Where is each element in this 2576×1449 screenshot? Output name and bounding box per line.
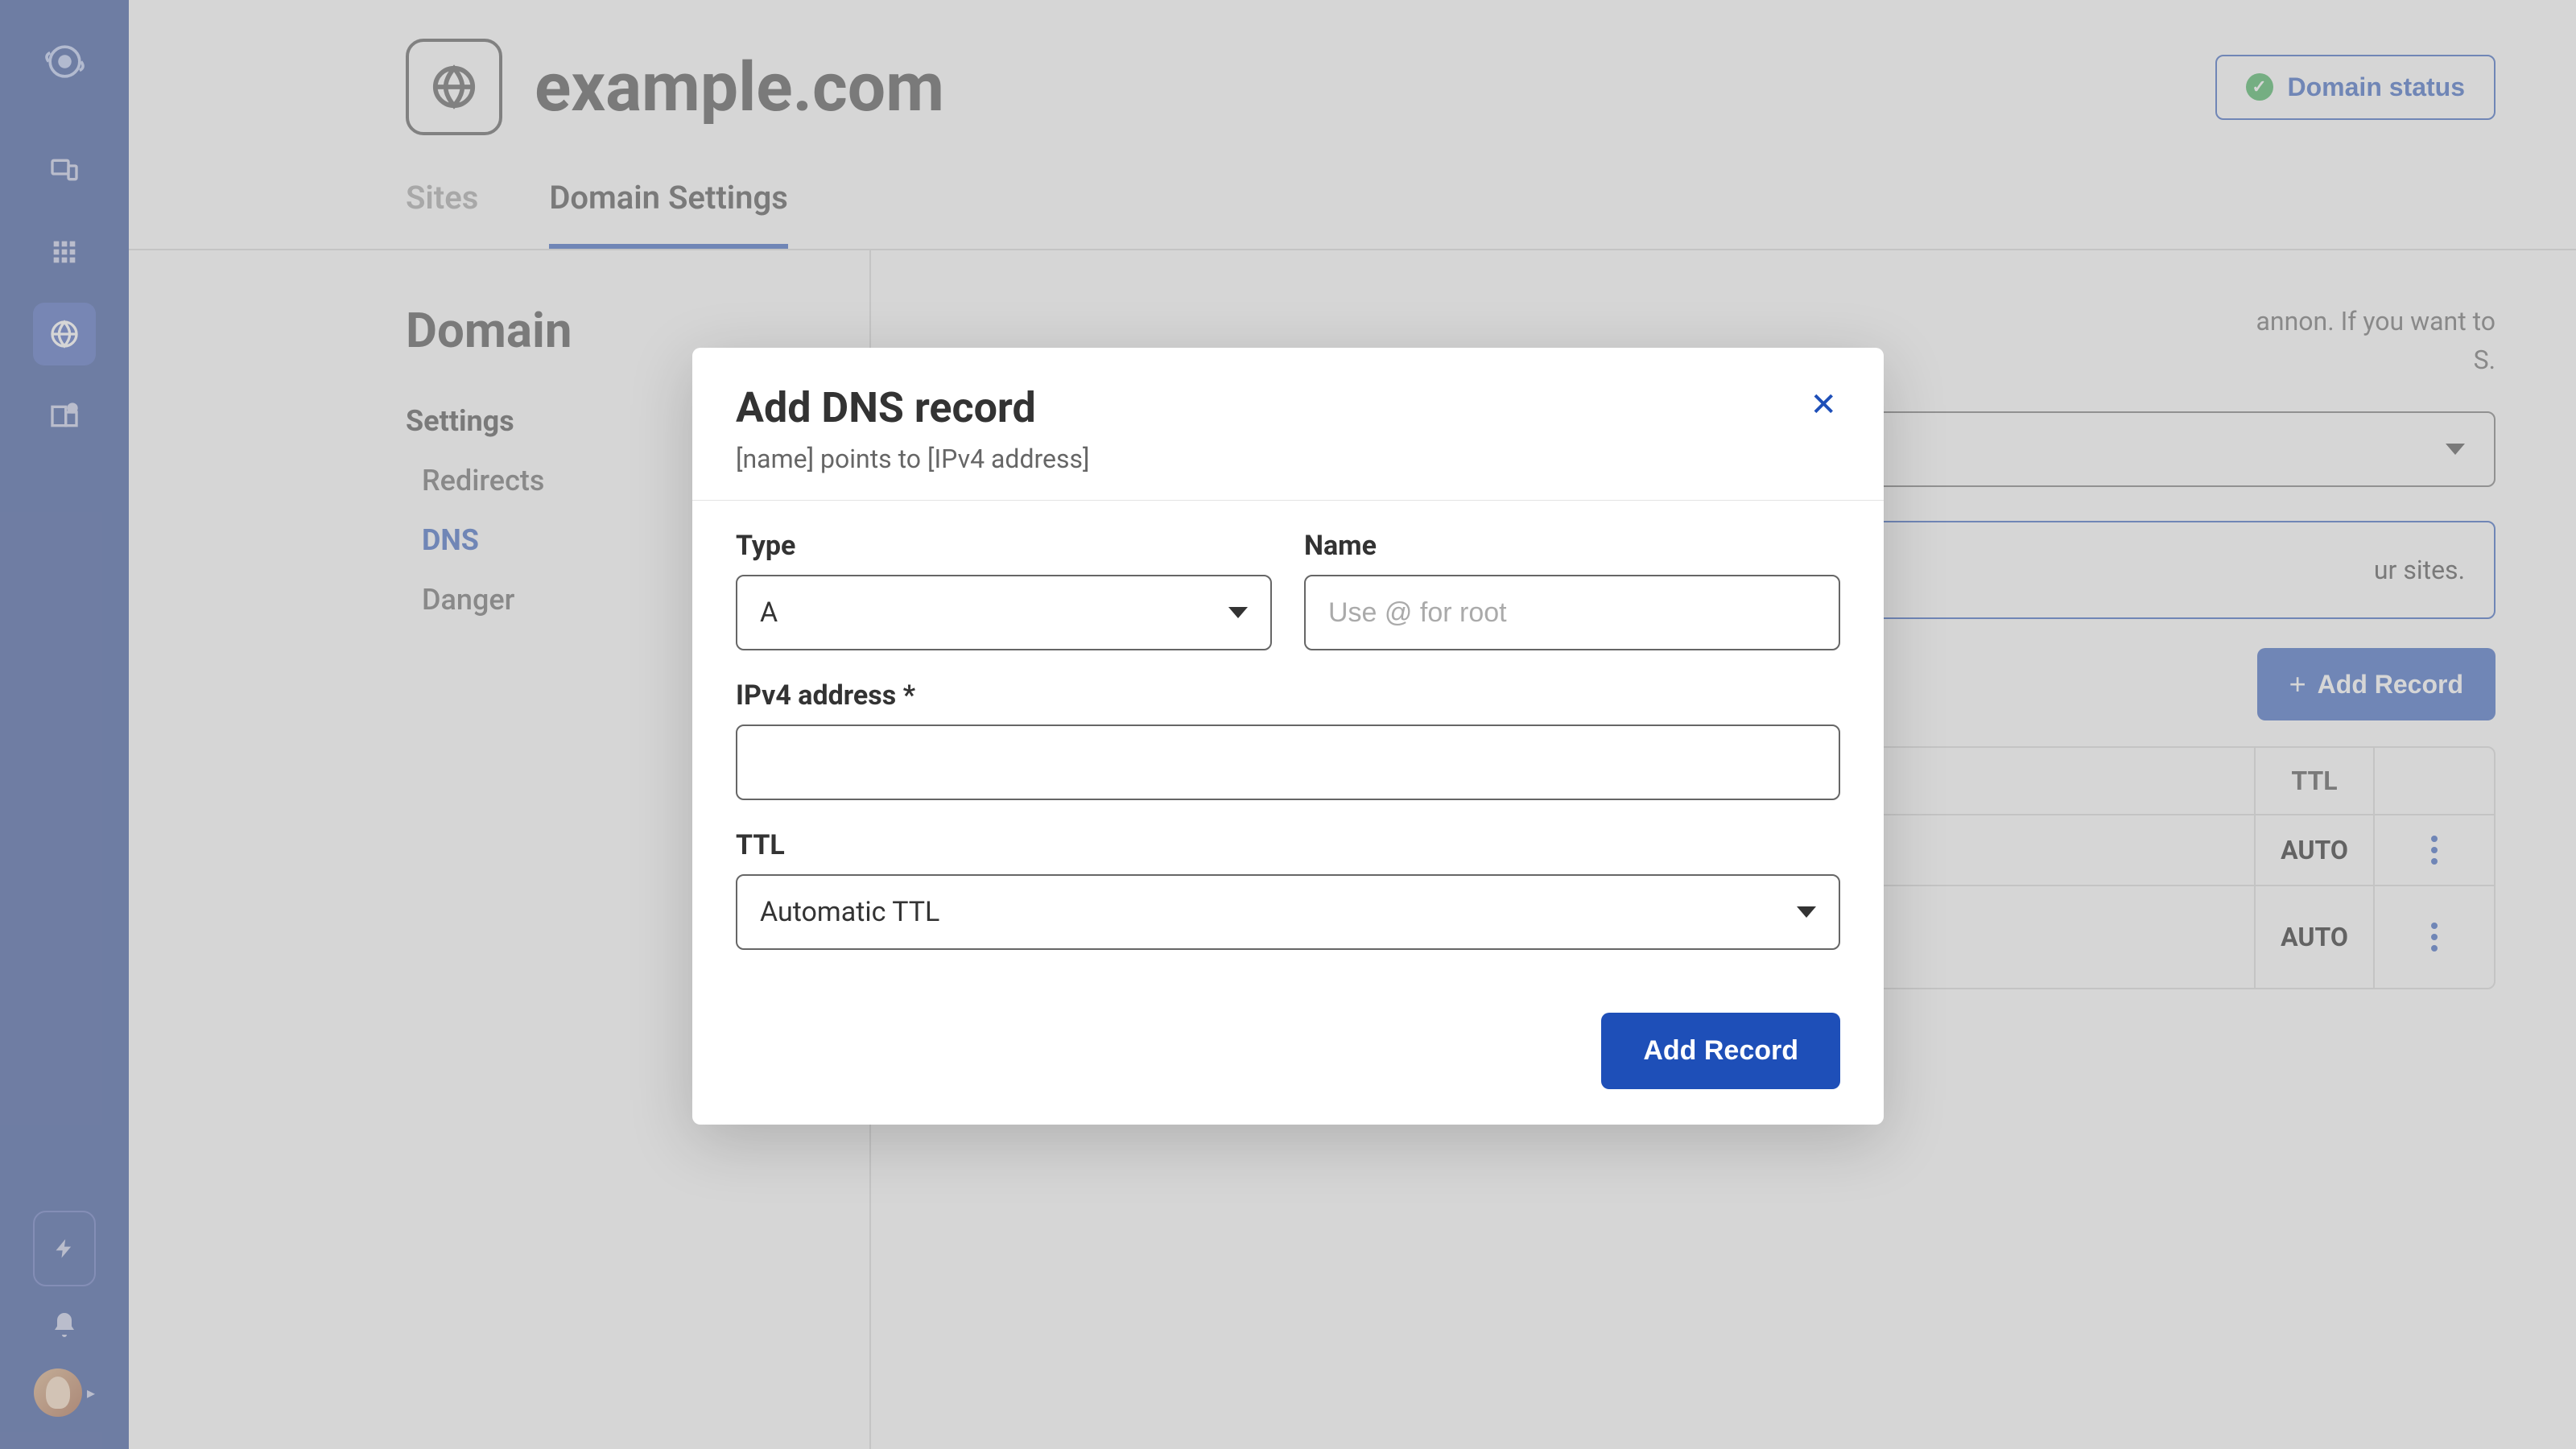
add-dns-record-modal: Add DNS record [name] points to [IPv4 ad…: [692, 348, 1884, 1125]
name-label: Name: [1304, 530, 1840, 562]
chevron-down-icon: [1228, 607, 1248, 618]
close-icon: ✕: [1810, 387, 1837, 423]
name-input[interactable]: [1304, 575, 1840, 650]
modal-body: Type A Name IPv4 address * TTL Automatic…: [692, 501, 1884, 987]
modal-submit-button[interactable]: Add Record: [1601, 1013, 1840, 1089]
modal-title: Add DNS record: [736, 383, 1090, 432]
modal-header: Add DNS record [name] points to [IPv4 ad…: [692, 348, 1884, 501]
modal-close-button[interactable]: ✕: [1806, 383, 1840, 427]
ipv4-label: IPv4 address *: [736, 679, 1840, 712]
type-label: Type: [736, 530, 1272, 562]
ttl-select[interactable]: Automatic TTL: [736, 874, 1840, 950]
type-select[interactable]: A: [736, 575, 1272, 650]
modal-subtitle: [name] points to [IPv4 address]: [736, 444, 1090, 474]
modal-footer: Add Record: [692, 987, 1884, 1125]
ipv4-input[interactable]: [736, 724, 1840, 800]
ttl-label: TTL: [736, 829, 1840, 861]
chevron-down-icon: [1797, 906, 1816, 918]
